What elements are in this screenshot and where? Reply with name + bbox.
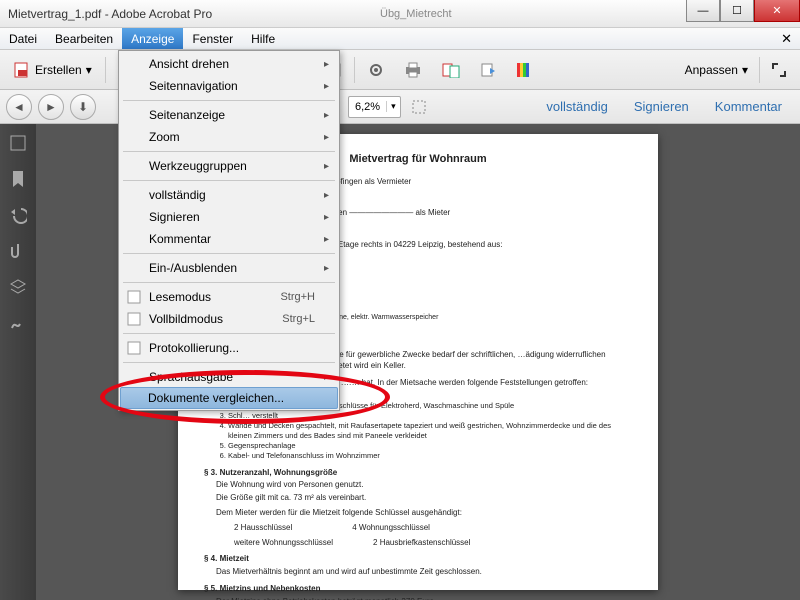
window-buttons: — ☐ ✕ [686, 0, 800, 22]
other-tab[interactable]: Übg_Mietrecht [380, 8, 452, 20]
rainbow-icon [516, 62, 532, 78]
share-button[interactable] [473, 56, 503, 84]
zoom-tool-button[interactable] [407, 96, 431, 118]
menu-item-label: Vollbildmodus [149, 312, 223, 326]
menu-item-label: Lesemodus [149, 290, 211, 304]
menu-item-icon [127, 341, 141, 355]
combine-icon [442, 62, 460, 78]
menu-datei[interactable]: Datei [0, 28, 46, 49]
anzeige-menu: Ansicht drehen Seitennavigation Seitenanze… [118, 50, 340, 411]
expand-icon [771, 62, 787, 78]
title-bar: Mietvertrag_1.pdf - Adobe Acrobat Pro Üb… [0, 0, 800, 28]
combine-button[interactable] [435, 56, 467, 84]
panel-kommentar[interactable]: Kommentar [703, 93, 794, 120]
page-down-button[interactable]: ⬇ [70, 94, 96, 120]
settings-button[interactable] [361, 56, 391, 84]
menu-item-label: Seitennavigation [149, 79, 238, 93]
marquee-icon [412, 100, 426, 114]
menu-item[interactable]: vollständig [121, 184, 337, 206]
prev-page-button[interactable]: ◄ [6, 94, 32, 120]
print-button[interactable] [397, 56, 429, 84]
menu-item-label: Zoom [149, 130, 180, 144]
gear-icon [368, 62, 384, 78]
layers-icon[interactable] [9, 278, 27, 296]
menu-anzeige[interactable]: Anzeige [122, 28, 183, 49]
menu-item-label: Seitenanzeige [149, 108, 225, 122]
menu-item-label: Ein-/Ausblenden [149, 261, 237, 275]
menu-hilfe[interactable]: Hilfe [242, 28, 284, 49]
panel-vollstandig[interactable]: vollständig [534, 93, 619, 120]
menu-shortcut: Strg+L [282, 313, 315, 325]
color-button[interactable] [509, 56, 539, 84]
menu-item[interactable]: Ansicht drehen [121, 53, 337, 75]
menu-item[interactable]: Lesemodus Strg+H [121, 286, 337, 308]
menu-item-label: Kommentar [149, 232, 211, 246]
create-button[interactable]: Erstellen ▾ [6, 56, 99, 84]
menu-item-icon [127, 290, 141, 304]
menu-item-label: Ansicht drehen [149, 57, 229, 71]
menu-item[interactable]: Vollbildmodus Strg+L [121, 308, 337, 330]
share-icon [480, 62, 496, 78]
menu-item[interactable]: Kommentar [121, 228, 337, 250]
zoom-field[interactable]: 6,2% ▾ [348, 96, 401, 118]
zoom-value: 6,2% [349, 101, 386, 113]
panel-signieren[interactable]: Signieren [622, 93, 701, 120]
menu-item[interactable]: Seitennavigation [121, 75, 337, 97]
menu-item-icon [127, 312, 141, 326]
menu-item[interactable]: Signieren [121, 206, 337, 228]
menu-item[interactable]: Werkzeuggruppen [121, 155, 337, 177]
signatures-icon[interactable] [9, 314, 27, 332]
menu-item-label: Dokumente vergleichen... [148, 391, 284, 405]
minimize-button[interactable]: — [686, 0, 720, 22]
menu-item-label: Signieren [149, 210, 200, 224]
menu-item-label: vollständig [149, 188, 206, 202]
attachment-icon[interactable] [9, 242, 27, 260]
next-page-button[interactable]: ► [38, 94, 64, 120]
create-pdf-icon [13, 61, 31, 79]
close-button[interactable]: ✕ [754, 0, 800, 22]
menu-fenster[interactable]: Fenster [183, 28, 242, 49]
menu-item[interactable]: Sprachausgabe [121, 366, 337, 388]
menu-shortcut: Strg+H [280, 291, 315, 303]
customize-button[interactable]: Anpassen ▾ [678, 56, 755, 84]
undo-icon[interactable] [9, 206, 27, 224]
menu-item[interactable]: Ein-/Ausblenden [121, 257, 337, 279]
fullscreen-button[interactable] [764, 56, 794, 84]
window-title: Mietvertrag_1.pdf - Adobe Acrobat Pro [8, 7, 212, 21]
printer-icon [404, 62, 422, 78]
bookmark-icon[interactable] [9, 170, 27, 188]
menu-item-label: Werkzeuggruppen [149, 159, 247, 173]
menu-item-label: Protokollierung... [149, 341, 239, 355]
maximize-button[interactable]: ☐ [720, 0, 754, 22]
menu-item[interactable]: Protokollierung... [121, 337, 337, 359]
menu-bar: Datei Bearbeiten Anzeige Fenster Hilfe ✕ [0, 28, 800, 50]
left-nav-rail [0, 124, 36, 600]
menu-item[interactable]: Dokumente vergleichen... [120, 387, 338, 409]
menu-item[interactable]: Zoom [121, 126, 337, 148]
menu-bearbeiten[interactable]: Bearbeiten [46, 28, 122, 49]
menu-item-label: Sprachausgabe [149, 370, 233, 384]
menu-item[interactable]: Seitenanzeige [121, 104, 337, 126]
thumbnails-icon[interactable] [9, 134, 27, 152]
document-close-x[interactable]: ✕ [773, 28, 800, 49]
